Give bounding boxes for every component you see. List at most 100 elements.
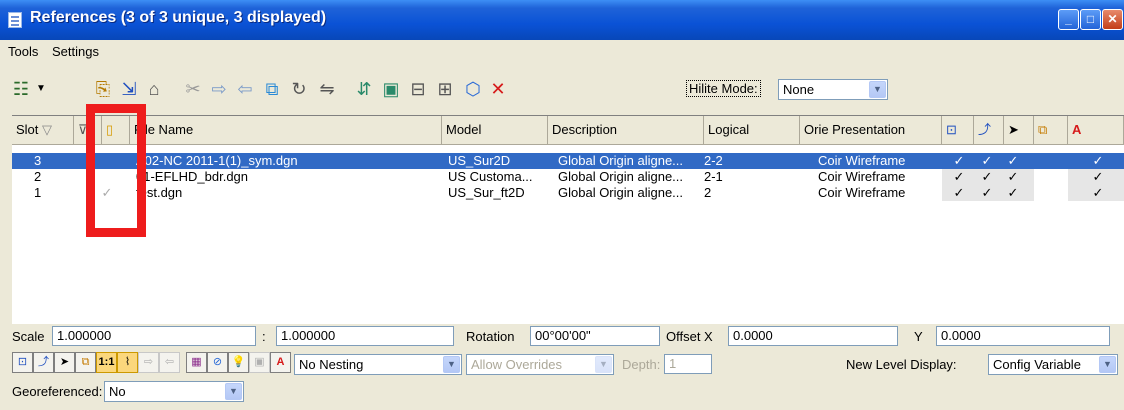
snap-toggle-icon[interactable]: ⤴ bbox=[33, 352, 54, 373]
clip-icon[interactable]: ✂ bbox=[182, 78, 204, 100]
rotation-input[interactable]: 00°00'00" bbox=[530, 326, 660, 346]
row-description: Global Origin aligne... bbox=[558, 169, 684, 184]
title-bar[interactable]: References (3 of 3 unique, 3 displayed) … bbox=[0, 0, 1124, 40]
row-snap-checkbox[interactable]: ✓ bbox=[976, 169, 998, 185]
nesting-value: No Nesting bbox=[299, 357, 364, 372]
window-title: References (3 of 3 unique, 3 displayed) bbox=[30, 9, 327, 26]
row-slot: 3 bbox=[34, 153, 42, 168]
row-locate-checkbox[interactable]: ✓ bbox=[1002, 169, 1024, 185]
new-level-display-select[interactable]: Config Variable ▼ bbox=[988, 354, 1118, 375]
row-description: Global Origin aligne... bbox=[558, 153, 684, 168]
copy-reference-icon[interactable]: ⇦ bbox=[234, 78, 256, 100]
column-header-file-name[interactable]: File Name bbox=[130, 116, 442, 144]
row-locate-checkbox[interactable]: ✓ bbox=[1002, 153, 1024, 169]
locate-toggle-icon[interactable]: ➤ bbox=[54, 352, 75, 373]
rotate-reference-icon[interactable]: ↻ bbox=[288, 78, 310, 100]
references-window-icon bbox=[8, 12, 22, 28]
display-flag-icon[interactable]: ⊡ bbox=[942, 116, 974, 144]
georeferenced-value: No bbox=[109, 384, 126, 399]
references-table: Slot ▽ ⊽ ▯ File Name Model Description L… bbox=[12, 115, 1124, 324]
row-presentation: Coir Wireframe bbox=[818, 169, 906, 184]
raster-icon[interactable]: ▣ bbox=[249, 352, 270, 373]
new-level-display-label: New Level Display: bbox=[846, 357, 957, 372]
annotation-icon[interactable]: A bbox=[270, 352, 291, 373]
tree-view-icon[interactable]: ☷ bbox=[10, 78, 32, 100]
row-snap-checkbox[interactable]: ✓ bbox=[976, 185, 998, 201]
depth-input[interactable]: 1 bbox=[664, 354, 712, 374]
light-bulb-icon[interactable]: 💡 bbox=[228, 352, 249, 373]
clip-boundary-icon[interactable]: ▣ bbox=[380, 78, 402, 100]
chevron-down-icon: ▼ bbox=[869, 81, 886, 98]
dropdown-arrow-icon[interactable]: ▼ bbox=[30, 78, 52, 100]
row-presentation: Coir Wireframe bbox=[818, 153, 906, 168]
true-scale-flag-icon[interactable]: ⧉ bbox=[1034, 116, 1068, 144]
mirror-horizontal-icon[interactable]: ⇋ bbox=[316, 78, 338, 100]
chevron-down-icon: ▼ bbox=[443, 356, 460, 373]
row-display-checkbox[interactable]: ✓ bbox=[948, 169, 970, 185]
ignore-attachments-icon[interactable]: ⊘ bbox=[207, 352, 228, 373]
minimize-icon[interactable]: _ bbox=[1058, 9, 1079, 30]
toolbar: ☷ ▼ ⎘ ⇲ ⌂ ✂ ⇨ ⇦ ⧉ ↻ ⇋ ⇵ ▣ ⊟ ⊞ ⬡ ✕ bbox=[0, 64, 1124, 114]
overrides-value: Allow Overrides bbox=[471, 357, 563, 372]
scale-lines-toggle-icon[interactable]: 1:1 bbox=[96, 352, 117, 373]
row-annotation-checkbox[interactable]: ✓ bbox=[1087, 153, 1109, 169]
overrides-select[interactable]: Allow Overrides ▼ bbox=[466, 354, 614, 375]
row-snap-checkbox[interactable]: ✓ bbox=[976, 153, 998, 169]
table-row[interactable]: 3 A02-NC 2011-1(1)_sym.dgn US_Sur2D Glob… bbox=[12, 153, 1124, 169]
close-icon[interactable]: ✕ bbox=[1102, 9, 1123, 30]
offset-y-input[interactable]: 0.0000 bbox=[936, 326, 1110, 346]
column-header-model[interactable]: Model bbox=[442, 116, 548, 144]
level-display-icon[interactable]: ▦ bbox=[186, 352, 207, 373]
locate-flag-icon[interactable]: ➤ bbox=[1004, 116, 1034, 144]
reload-reference-icon[interactable]: ⌂ bbox=[143, 78, 165, 100]
delete-clip-icon[interactable]: ✕ bbox=[487, 78, 509, 100]
hilite-mode-select[interactable]: None ▼ bbox=[778, 79, 888, 100]
column-header-logical[interactable]: Logical bbox=[704, 116, 800, 144]
maximize-icon[interactable]: □ bbox=[1080, 9, 1101, 30]
column-header-description[interactable]: Description bbox=[548, 116, 704, 144]
offset-y-label: Y bbox=[914, 329, 923, 344]
table-row[interactable]: 1 ✓ test.dgn US_Sur_ft2D Global Origin a… bbox=[12, 185, 1124, 201]
make-direct-attachment-icon[interactable]: ⬡ bbox=[462, 78, 484, 100]
display-toggle-icon[interactable]: ⊡ bbox=[12, 352, 33, 373]
row-slot: 1 bbox=[34, 185, 42, 200]
column-header-slot[interactable]: Slot ▽ bbox=[12, 116, 74, 144]
row-display-checkbox[interactable]: ✓ bbox=[948, 185, 970, 201]
row-display-checkbox[interactable]: ✓ bbox=[948, 153, 970, 169]
true-scale-toggle-icon[interactable]: ⧉ bbox=[75, 352, 96, 373]
offset-x-label: Offset X bbox=[666, 329, 713, 344]
clip-mask-icon[interactable]: ⊟ bbox=[407, 78, 429, 100]
references-window: References (3 of 3 unique, 3 displayed) … bbox=[0, 0, 1124, 410]
move-reference-icon[interactable]: ⇨ bbox=[208, 78, 230, 100]
offset-x-input[interactable]: 0.0000 bbox=[728, 326, 898, 346]
chevron-down-icon: ▼ bbox=[225, 383, 242, 400]
clip-front-icon[interactable]: ⊞ bbox=[434, 78, 456, 100]
mirror-vertical-icon[interactable]: ⇵ bbox=[353, 78, 375, 100]
snap-flag-icon[interactable]: ⤴ bbox=[974, 116, 1004, 144]
nesting-select[interactable]: No Nesting ▼ bbox=[294, 354, 462, 375]
chevron-down-icon: ▼ bbox=[1099, 356, 1116, 373]
row-locate-checkbox[interactable]: ✓ bbox=[1002, 185, 1024, 201]
copy-toggle-icon[interactable]: ⇦ bbox=[159, 352, 180, 373]
detach-reference-icon[interactable]: ⇲ bbox=[118, 78, 140, 100]
scale-master-input[interactable]: 1.000000 bbox=[52, 326, 256, 346]
scale-reference-input[interactable]: 1.000000 bbox=[276, 326, 454, 346]
georeferenced-select[interactable]: No ▼ bbox=[104, 381, 244, 402]
row-description: Global Origin aligne... bbox=[558, 185, 684, 200]
table-row[interactable]: 2 01-EFLHD_bdr.dgn US Customa... Global … bbox=[12, 169, 1124, 185]
attach-reference-icon[interactable]: ⎘ bbox=[92, 78, 114, 100]
column-header-presentation[interactable]: Orie Presentation bbox=[800, 116, 942, 144]
hilite-mode-value: None bbox=[783, 82, 815, 97]
scale-reference-icon[interactable]: ⧉ bbox=[261, 78, 283, 100]
move-toggle-icon[interactable]: ⇨ bbox=[138, 352, 159, 373]
row-annotation-checkbox[interactable]: ✓ bbox=[1087, 169, 1109, 185]
row-model: US Customa... bbox=[448, 169, 533, 184]
menu-settings[interactable]: Settings bbox=[52, 44, 99, 59]
menu-tools[interactable]: Tools bbox=[8, 44, 38, 59]
row-model: US_Sur2D bbox=[448, 153, 511, 168]
annotation-scale-flag-icon[interactable]: A bbox=[1068, 116, 1124, 144]
row-annotation-checkbox[interactable]: ✓ bbox=[1087, 185, 1109, 201]
chevron-down-icon: ▼ bbox=[595, 356, 612, 373]
line-style-toggle-icon[interactable]: ⌇ bbox=[117, 352, 138, 373]
scale-label: Scale bbox=[12, 329, 45, 344]
